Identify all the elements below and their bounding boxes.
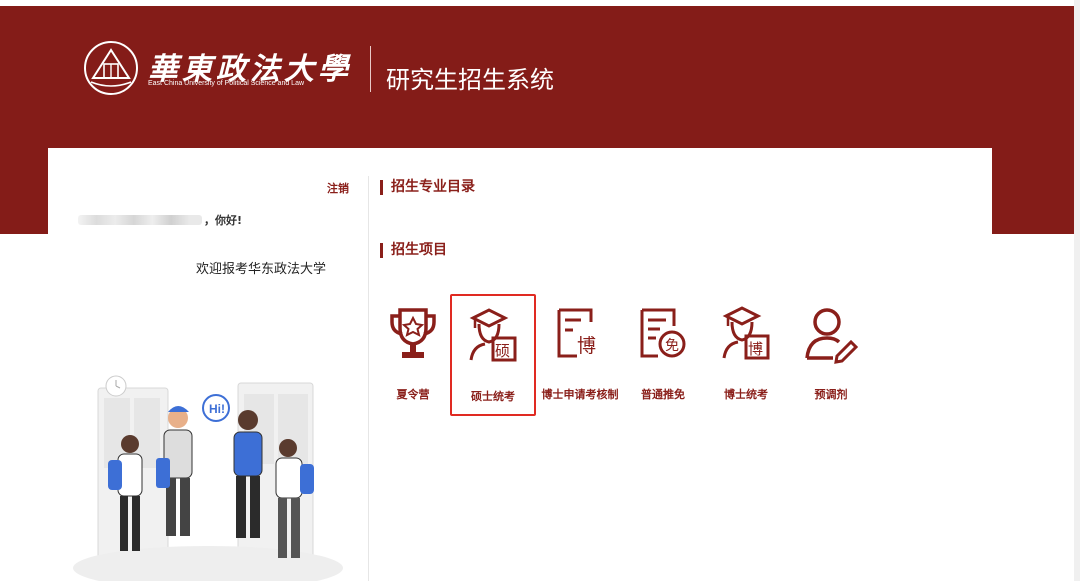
system-title: 研究生招生系统 (386, 66, 554, 94)
project-label: 博士申请考核制 (541, 388, 619, 401)
trophy-icon (390, 308, 436, 358)
svg-text:硕: 硕 (495, 342, 510, 360)
project-master-exam[interactable]: 硕 硕士统考 (450, 294, 536, 416)
project-exempt-recommendation[interactable]: 免 普通推免 (620, 294, 706, 416)
university-name-en: East China University of Political Scien… (148, 80, 305, 87)
main-card: 注销 ，你好! 欢迎报考华东政法大学 Hi! 招生专业目录 招生项目 夏令营 硕… (48, 148, 992, 581)
catalog-section-title[interactable]: 招生专业目录 (380, 180, 475, 195)
svg-text:博: 博 (748, 340, 763, 358)
graduate-doctor-icon: 博 (722, 306, 770, 360)
project-summer-camp[interactable]: 夏令营 (370, 294, 456, 416)
project-label: 硕士统考 (471, 390, 515, 403)
project-label: 普通推免 (641, 388, 685, 401)
projects-section-title: 招生项目 (380, 243, 447, 258)
column-divider (368, 176, 369, 581)
user-edit-icon (805, 308, 859, 364)
project-label: 博士统考 (724, 388, 768, 401)
svg-text:免: 免 (665, 338, 679, 354)
project-doctor-application[interactable]: 博 博士申请考核制 (537, 294, 623, 416)
window-edge (1074, 0, 1080, 581)
project-label: 夏令营 (396, 388, 430, 401)
redacted-username (78, 215, 202, 225)
document-exempt-icon: 免 (640, 308, 686, 358)
graduate-master-icon: 硕 (469, 308, 517, 362)
document-doctor-icon: 博 (557, 308, 596, 358)
welcome-message: 欢迎报考华东政法大学 (196, 262, 327, 277)
logout-link[interactable]: 注销 (327, 180, 349, 196)
svg-text:博: 博 (577, 335, 596, 357)
project-pre-adjustment[interactable]: 预调剂 (788, 294, 874, 416)
students-illustration: Hi! (73, 375, 343, 581)
project-label: 预调剂 (814, 388, 848, 401)
user-greeting: ，你好! (78, 212, 242, 228)
greeting-text: ，你好! (204, 214, 243, 227)
project-doctor-exam[interactable]: 博 博士统考 (703, 294, 789, 416)
svg-text:Hi!: Hi! (209, 402, 225, 416)
header-divider (370, 46, 371, 92)
university-emblem-icon (84, 41, 138, 95)
